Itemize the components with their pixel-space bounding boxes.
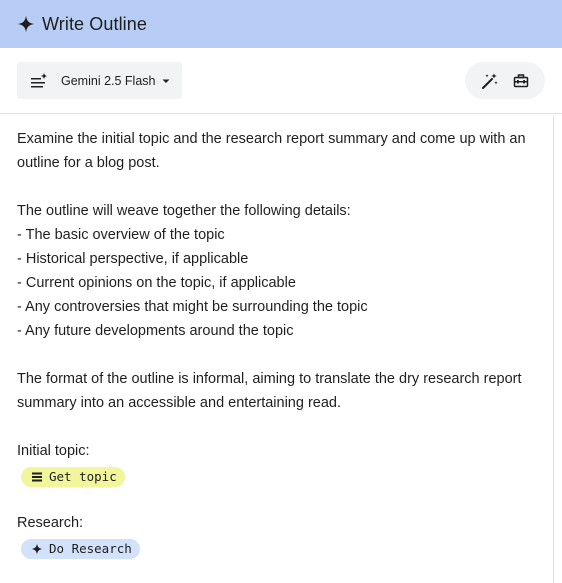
detail-item: - Any controversies that might be surrou… (17, 299, 368, 315)
tool-buttons (465, 62, 545, 99)
page-title: Write Outline (42, 13, 148, 34)
detail-item: - Current opinions on the topic, if appl… (17, 275, 296, 291)
detail-item: - Historical perspective, if applicable (17, 251, 249, 267)
topic-label: Initial topic: (17, 443, 90, 459)
chevron-down-icon (161, 76, 171, 86)
model-selector[interactable]: Gemini 2.5 Flash (17, 62, 182, 99)
toolbox-icon[interactable] (511, 71, 531, 91)
input-icon (31, 471, 43, 483)
details-heading: The outline will weave together the foll… (17, 203, 351, 219)
chip-label: Get topic (49, 469, 117, 484)
detail-item: - The basic overview of the topic (17, 227, 225, 243)
prompt-editor[interactable]: Examine the initial topic and the resear… (0, 115, 554, 583)
sparkle-icon (31, 543, 43, 555)
do-research-chip[interactable]: Do Research (21, 539, 140, 559)
app-header: Write Outline (0, 0, 562, 48)
sparkle-icon (17, 15, 35, 33)
prompt-intro-line: outline for a blog post. (17, 155, 160, 171)
magic-wand-icon[interactable] (480, 71, 500, 91)
prompt-intro-line: Examine the initial topic and the resear… (17, 131, 526, 147)
toolbar: Gemini 2.5 Flash (0, 48, 562, 114)
chip-label: Do Research (49, 541, 132, 556)
research-label: Research: (17, 515, 84, 531)
model-label: Gemini 2.5 Flash (61, 73, 156, 88)
model-settings-icon (30, 72, 48, 90)
format-line: summary into an accessible and entertain… (17, 395, 342, 411)
get-topic-chip[interactable]: Get topic (21, 467, 125, 487)
detail-item: - Any future developments around the top… (17, 323, 294, 339)
format-line: The format of the outline is informal, a… (17, 371, 522, 387)
